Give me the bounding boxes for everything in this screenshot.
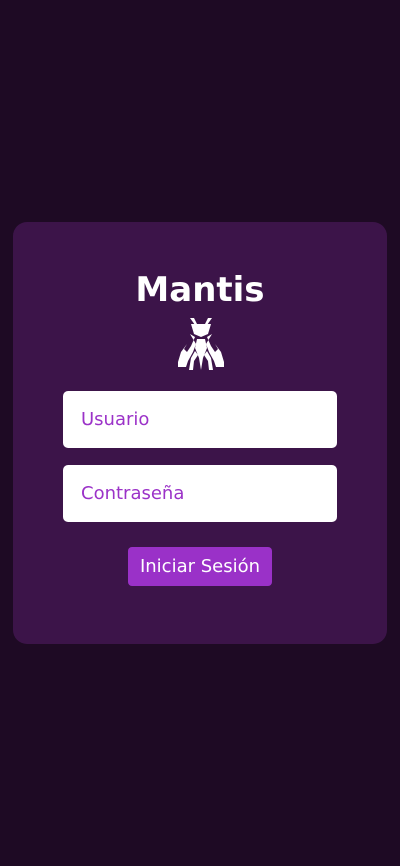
password-input[interactable] <box>79 482 321 505</box>
username-field[interactable] <box>63 391 337 448</box>
password-field[interactable] <box>63 465 337 522</box>
username-input[interactable] <box>79 408 321 431</box>
login-button[interactable]: Iniciar Sesión <box>128 547 272 586</box>
mantis-icon <box>178 318 224 370</box>
login-card: Mantis Iniciar Sesión <box>13 222 387 644</box>
app-title: Mantis <box>135 270 265 310</box>
